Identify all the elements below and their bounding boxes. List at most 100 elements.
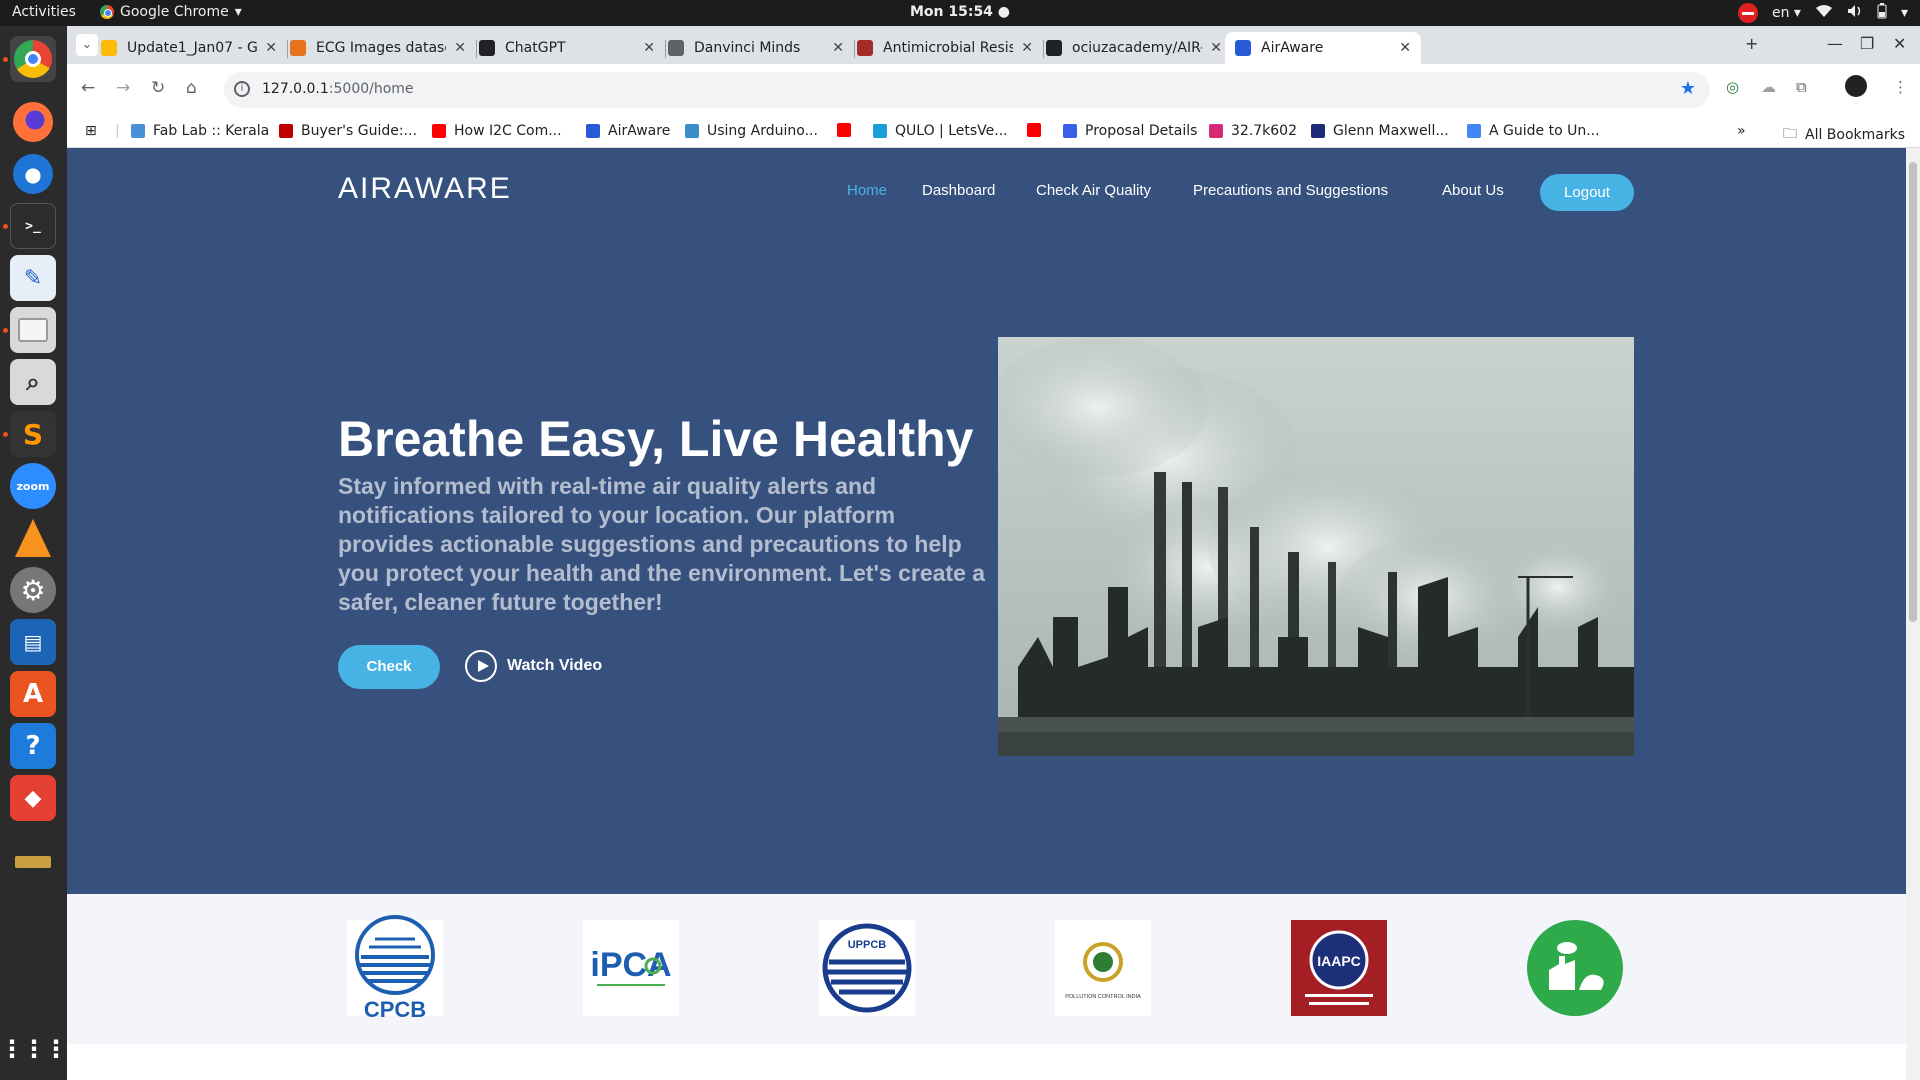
nav-check-air-quality[interactable]: Check Air Quality	[1036, 182, 1151, 199]
nav-home[interactable]: Home	[847, 182, 887, 199]
power-menu-icon[interactable]: ▾	[1901, 5, 1908, 21]
clock[interactable]: Mon 15:54 ●	[0, 4, 1920, 20]
dock: >_ ✎ ⌕ S zoom ⚙ ▤ A ? ◆ ⋮⋮⋮	[0, 26, 68, 1080]
writer-icon[interactable]: ▤	[10, 619, 56, 665]
new-tab-icon[interactable]: +	[1745, 34, 1758, 53]
site-info-icon[interactable]: i	[234, 81, 250, 97]
reload-icon[interactable]: ↻	[151, 78, 165, 98]
browser-tab[interactable]: AirAware ✕	[1225, 32, 1421, 64]
logout-button[interactable]: Logout	[1540, 174, 1634, 211]
grammarly-extension-icon[interactable]: ◎	[1726, 78, 1739, 96]
pollution-control-india-text: POLLUTION CONTROL INDIA	[1065, 994, 1141, 1000]
bookmark-label: 32.7k602	[1231, 123, 1298, 139]
cloud-extension-icon[interactable]: ☁	[1761, 78, 1776, 96]
bookmark-favicon-icon	[1027, 123, 1041, 137]
bookmark-favicon-icon	[586, 124, 600, 138]
help-icon[interactable]: ?	[10, 723, 56, 769]
maximize-icon[interactable]: ❐	[1860, 34, 1874, 53]
firefox-icon[interactable]	[10, 99, 56, 145]
bookmark-item[interactable]: How I2C Com...	[432, 123, 562, 139]
tab-title: ociuzacademy/AIR-POL	[1072, 40, 1202, 56]
language-indicator[interactable]: en ▾	[1772, 5, 1801, 21]
bookmarks-bar: ⊞ | Fab Lab :: Kerala Buyer's Guide:... Ho…	[67, 116, 1920, 148]
close-tab-icon[interactable]: ✕	[454, 40, 466, 56]
bookmark-item[interactable]: Fab Lab :: Kerala	[131, 123, 269, 139]
ipca-logo: iPCA	[583, 920, 679, 1016]
running-indicator	[3, 328, 8, 333]
profile-avatar[interactable]	[1845, 75, 1867, 97]
bookmark-label: Glenn Maxwell...	[1333, 123, 1449, 139]
close-tab-icon[interactable]: ✕	[1210, 40, 1222, 56]
thunderbird-icon[interactable]	[10, 151, 56, 197]
browser-tab[interactable]: ChatGPT ✕	[469, 32, 665, 64]
browser-toolbar: ← → ↻ ⌂ i 127.0.0.1:5000/home ★ ◎ ☁ ⧉ ⋮	[67, 64, 1920, 116]
page-scrollbar[interactable]	[1906, 148, 1920, 1080]
close-window-icon[interactable]: ✕	[1893, 34, 1906, 53]
bookmark-favicon-icon	[279, 124, 293, 138]
forward-icon[interactable]: →	[116, 78, 130, 98]
browser-tab[interactable]: ociuzacademy/AIR-POL ✕	[1036, 32, 1232, 64]
software-center-icon[interactable]: A	[10, 671, 56, 717]
browser-tab[interactable]: Update1_Jan07 - Googl ✕	[91, 32, 287, 64]
bookmark-favicon-icon	[1209, 124, 1223, 138]
browser-tab[interactable]: ECG Images dataset of ✕	[280, 32, 476, 64]
tab-title: Update1_Jan07 - Googl	[127, 40, 258, 56]
iaapc-logo-text: IAAPC	[1317, 953, 1361, 969]
bookmark-item[interactable]: Using Arduino...	[685, 123, 818, 139]
watch-video-button[interactable]: Watch Video	[465, 650, 602, 682]
scrollbar-thumb[interactable]	[1909, 162, 1917, 622]
tab-title: ECG Images dataset of	[316, 40, 446, 56]
close-tab-icon[interactable]: ✕	[1399, 40, 1411, 56]
close-tab-icon[interactable]: ✕	[265, 40, 277, 56]
do-not-disturb-icon[interactable]	[1737, 3, 1758, 23]
bookmark-item[interactable]: Proposal Details	[1063, 123, 1197, 139]
zoom-icon[interactable]: zoom	[10, 463, 56, 509]
browser-tab[interactable]: Antimicrobial Resistanc ✕	[847, 32, 1043, 64]
bookmark-item[interactable]: 32.7k602	[1209, 123, 1297, 139]
apps-grid-icon[interactable]: ⊞	[85, 123, 97, 139]
bookmark-item[interactable]: QULO | LetsVe...	[873, 123, 1008, 139]
system-tray[interactable]: en ▾ ▾	[1737, 3, 1908, 23]
show-apps-icon[interactable]: ⋮⋮⋮	[0, 1026, 68, 1072]
url-host: 127.0.0.1	[262, 81, 329, 97]
minimize-icon[interactable]: —	[1827, 34, 1843, 53]
address-bar[interactable]: i 127.0.0.1:5000/home ★	[224, 72, 1710, 108]
bookmark-item[interactable]	[1027, 123, 1041, 137]
usb-drive-icon[interactable]	[10, 826, 56, 872]
airaware-icon	[1235, 40, 1251, 56]
vlc-icon[interactable]	[10, 515, 56, 561]
chrome-menu-icon[interactable]: ⋮	[1893, 78, 1908, 96]
anydesk-icon[interactable]: ◆	[10, 775, 56, 821]
iaapc-logo: IAAPC	[1291, 920, 1387, 1016]
bookmark-item[interactable]: Buyer's Guide:...	[279, 123, 417, 139]
tab-title: Danvinci Minds	[694, 40, 801, 56]
all-bookmarks-button[interactable]: 🗀 All Bookmarks	[1783, 123, 1905, 147]
bookmark-label: Using Arduino...	[707, 123, 818, 139]
settings-icon[interactable]: ⚙	[10, 567, 56, 613]
dataset-icon	[290, 40, 306, 56]
close-tab-icon[interactable]: ✕	[1021, 40, 1033, 56]
bookmark-item[interactable]: A Guide to Un...	[1467, 123, 1600, 139]
bookmark-item[interactable]: AirAware	[586, 123, 670, 139]
nav-about-us[interactable]: About Us	[1442, 182, 1504, 199]
bookmark-item[interactable]: Glenn Maxwell...	[1311, 123, 1449, 139]
browser-tab[interactable]: Danvinci Minds ✕	[658, 32, 854, 64]
nav-precautions[interactable]: Precautions and Suggestions	[1193, 182, 1388, 199]
more-bookmarks-icon[interactable]: »	[1737, 123, 1746, 139]
text-editor-icon[interactable]: ✎	[10, 255, 56, 301]
close-tab-icon[interactable]: ✕	[832, 40, 844, 56]
files-icon[interactable]	[10, 307, 56, 353]
close-tab-icon[interactable]: ✕	[643, 40, 655, 56]
image-viewer-icon[interactable]: ⌕	[10, 359, 56, 405]
nav-dashboard[interactable]: Dashboard	[922, 182, 995, 199]
site-logo[interactable]: AIRAWARE	[338, 172, 512, 206]
back-icon[interactable]: ←	[81, 78, 95, 98]
terminal-icon[interactable]: >_	[10, 203, 56, 249]
sublime-text-icon[interactable]: S	[10, 411, 56, 457]
bookmark-item[interactable]	[837, 123, 851, 137]
bookmark-star-icon[interactable]: ★	[1680, 78, 1696, 99]
home-icon[interactable]: ⌂	[186, 78, 197, 98]
extensions-icon[interactable]: ⧉	[1796, 78, 1807, 96]
check-button[interactable]: Check	[338, 645, 440, 689]
chrome-dock-icon[interactable]	[10, 36, 56, 82]
